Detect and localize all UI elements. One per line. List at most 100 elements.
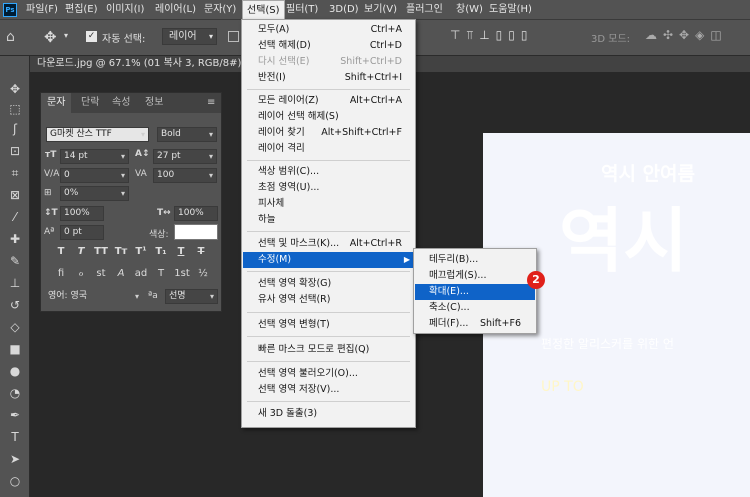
menu-edit[interactable]: 편집(E) <box>65 0 98 20</box>
quick-select-tool-icon[interactable]: ⊡ <box>6 142 24 160</box>
submenu-item-expand[interactable]: 확대(E)... <box>415 284 535 300</box>
menu-window[interactable]: 창(W) <box>456 0 483 20</box>
horizontal-scale-field[interactable]: 100% <box>174 206 218 221</box>
canvas-up-to: UP TO <box>541 379 584 395</box>
submenu-item-border[interactable]: 테두리(B)... <box>415 252 535 268</box>
eyedropper-tool-icon[interactable]: ⁄ <box>6 208 24 226</box>
menu-file[interactable]: 파일(F) <box>26 0 58 20</box>
chevron-down-icon[interactable]: ▾ <box>64 31 68 40</box>
menu-item-quick-mask[interactable]: 빠른 마스크 모드로 편집(Q) <box>243 342 414 358</box>
tracking-field[interactable]: 100 ▾ <box>153 168 217 183</box>
stamp-tool-icon[interactable]: ⊥ <box>6 274 24 292</box>
brush-tool-icon[interactable]: ✎ <box>6 252 24 270</box>
menu-item-similar[interactable]: 유사 영역 선택(R) <box>243 292 414 308</box>
ordinals-button[interactable]: 1st <box>172 266 192 282</box>
menu-item-modify[interactable]: 수정(M) ▶ <box>243 252 414 268</box>
submenu-item-feather[interactable]: 페더(F)... Shift+F6 <box>415 316 535 332</box>
faux-bold-button[interactable]: T <box>53 244 69 260</box>
font-style-field[interactable]: Bold ▾ <box>157 127 217 142</box>
tab-properties[interactable]: 속성 <box>112 93 130 113</box>
path-select-icon[interactable]: ➤ <box>6 450 24 468</box>
menu-item-grow[interactable]: 선택 영역 확장(G) <box>243 276 414 292</box>
menu-item-deselect-layers[interactable]: 레이어 선택 해제(S) <box>243 109 414 125</box>
submenu-item-smooth[interactable]: 매끄럽게(S)... <box>415 268 535 284</box>
fractions-button[interactable]: ½ <box>195 266 211 282</box>
menu-item-select-and-mask[interactable]: 선택 및 마스크(K)... Alt+Ctrl+R <box>243 236 414 252</box>
frame-tool-icon[interactable]: ⊠ <box>6 186 24 204</box>
menu-plugins[interactable]: 플러그인 <box>406 0 443 20</box>
lasso-tool-icon[interactable]: ʃ <box>6 120 24 138</box>
ellipse-tool-icon[interactable]: ○ <box>6 472 24 490</box>
menu-item-new-3d-extrusion[interactable]: 새 3D 돌출(3) <box>243 406 414 422</box>
stylistic-alternates-button[interactable]: ad <box>133 266 149 282</box>
3d-mode-icons[interactable]: ☁✣✥◈◫ <box>645 28 728 42</box>
all-caps-button[interactable]: TT <box>93 244 109 260</box>
menu-item-transform-selection[interactable]: 선택 영역 변형(T) <box>243 317 414 333</box>
menu-filter[interactable]: 필터(T) <box>286 0 318 20</box>
strikethrough-button[interactable]: T <box>193 244 209 260</box>
menu-item-isolate-layers[interactable]: 레이어 격리 <box>243 141 414 157</box>
transform-controls-checkbox[interactable] <box>228 31 239 42</box>
menu-item-subject[interactable]: 피사체 <box>243 196 414 212</box>
menu-layer[interactable]: 레이어(L) <box>155 0 196 20</box>
menu-item-sky[interactable]: 하늘 <box>243 212 414 228</box>
font-size-field[interactable]: 14 pt ▾ <box>60 149 129 164</box>
vertical-scale-field[interactable]: 100% <box>60 206 104 221</box>
tab-paragraph[interactable]: 단락 <box>81 93 99 113</box>
pen-tool-icon[interactable]: ✒ <box>6 406 24 424</box>
move-tool-icon[interactable]: ✥ <box>44 28 57 46</box>
faux-italic-button[interactable]: T <box>73 244 89 260</box>
marquee-tool-icon[interactable]: ⬚ <box>6 100 24 118</box>
healing-brush-icon[interactable]: ✚ <box>6 230 24 248</box>
menu-item-all[interactable]: 모두(A) Ctrl+A <box>243 22 414 38</box>
contextual-alternates-button[interactable]: ℴ <box>73 266 89 282</box>
discretionary-ligature-button[interactable]: st <box>93 266 109 282</box>
type-tool-icon[interactable]: T <box>6 428 24 446</box>
home-icon[interactable]: ⌂ <box>6 29 15 45</box>
color-swatch[interactable] <box>174 224 218 240</box>
small-caps-button[interactable]: Tт <box>113 244 129 260</box>
menu-item-inverse[interactable]: 반전(I) Shift+Ctrl+I <box>243 70 414 86</box>
blur-tool-icon[interactable]: ● <box>6 362 24 380</box>
gradient-tool-icon[interactable]: ■ <box>6 340 24 358</box>
underline-button[interactable]: T <box>173 244 189 260</box>
menu-item-all-layers[interactable]: 모든 레이어(Z) Alt+Ctrl+A <box>243 93 414 109</box>
menu-image[interactable]: 이미지(I) <box>106 0 144 20</box>
align-icons[interactable]: ⊤⫪⊥▯▯▯ <box>450 28 534 43</box>
menu-item-focus-area[interactable]: 초점 영역(U)... <box>243 180 414 196</box>
menu-item-deselect[interactable]: 선택 해제(D) Ctrl+D <box>243 38 414 54</box>
menu-item-save-selection[interactable]: 선택 영역 저장(V)... <box>243 382 414 398</box>
auto-select-checkbox[interactable]: ✓ <box>86 31 97 42</box>
tab-info[interactable]: 정보 <box>145 93 163 113</box>
font-family-field[interactable]: G마켓 산스 TTF ▾ <box>46 127 149 142</box>
crop-tool-icon[interactable]: ⌗ <box>6 164 24 182</box>
auto-select-dropdown[interactable]: 레이어 ▾ <box>162 28 217 45</box>
titling-alternates-button[interactable]: T <box>153 266 169 282</box>
leading-field[interactable]: 27 pt ▾ <box>153 149 217 164</box>
menu-view[interactable]: 보기(V) <box>364 0 397 20</box>
panel-menu-icon[interactable]: ≡ <box>207 97 215 108</box>
menu-help[interactable]: 도움말(H) <box>489 0 532 20</box>
swash-button[interactable]: A <box>113 266 129 282</box>
tools-panel: ✥ ⬚ ʃ ⊡ ⌗ ⊠ ⁄ ✚ ✎ ⊥ ↺ ◇ ■ ● ◔ ✒ T ➤ ○ <box>0 56 30 497</box>
kerning-field[interactable]: 0 ▾ <box>60 168 129 183</box>
history-brush-icon[interactable]: ↺ <box>6 296 24 314</box>
anti-alias-dropdown[interactable]: 선명 ▾ <box>165 289 218 304</box>
superscript-button[interactable]: T¹ <box>133 244 149 260</box>
menu-item-find-layers[interactable]: 레이어 찾기 Alt+Shift+Ctrl+F <box>243 125 414 141</box>
language-dropdown[interactable]: 영어: 영국 ▾ <box>44 289 143 304</box>
tab-character[interactable]: 문자 <box>41 93 72 113</box>
menu-select[interactable]: 선택(S) <box>242 0 285 20</box>
dodge-tool-icon[interactable]: ◔ <box>6 384 24 402</box>
baseline-shift-field[interactable]: 0 pt <box>60 225 104 240</box>
menu-3d[interactable]: 3D(D) <box>329 0 359 20</box>
tsume-field[interactable]: 0% ▾ <box>60 186 129 201</box>
menu-item-load-selection[interactable]: 선택 영역 불러오기(O)... <box>243 366 414 382</box>
eraser-tool-icon[interactable]: ◇ <box>6 318 24 336</box>
menu-type[interactable]: 문자(Y) <box>204 0 236 20</box>
submenu-item-contract[interactable]: 축소(C)... <box>415 300 535 316</box>
ligature-button[interactable]: fi <box>53 266 69 282</box>
menu-item-color-range[interactable]: 색상 범위(C)... <box>243 164 414 180</box>
subscript-button[interactable]: T₁ <box>153 244 169 260</box>
move-tool-icon[interactable]: ✥ <box>6 80 24 98</box>
